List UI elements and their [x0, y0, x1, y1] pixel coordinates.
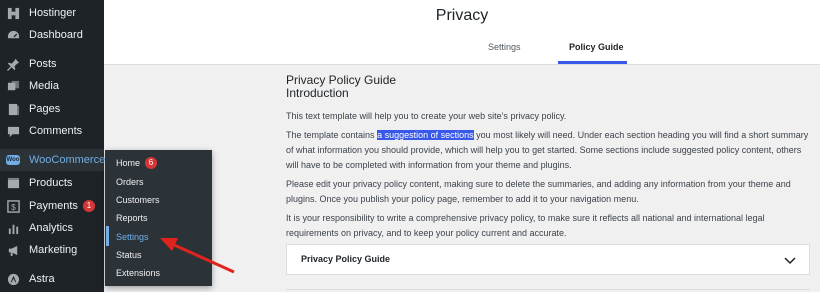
settings-active-marker [106, 226, 109, 246]
sidebar-item-label: Products [29, 177, 73, 189]
woo-icon-text: Woo [6, 157, 20, 163]
dashboard-icon [6, 28, 20, 42]
megaphone-icon [6, 243, 20, 257]
submenu-item-status[interactable]: Status [116, 248, 142, 262]
tab-policy-guide[interactable]: Policy Guide [569, 42, 624, 52]
sidebar-item-label: Analytics [29, 222, 74, 234]
sidebar-item-label: Media [29, 80, 59, 92]
sidebar-item-label: Payments [29, 200, 78, 212]
accordion-label: Privacy Policy Guide [301, 254, 391, 264]
sidebar-item-label: Dashboard [29, 29, 83, 41]
sidebar-item-pages[interactable]: Pages [0, 98, 104, 120]
sidebar-item-payments[interactable]: $ Payments 1 [0, 195, 104, 217]
admin-sidebar: Hostinger Dashboard Posts Media Pages Co… [0, 0, 106, 292]
comment-icon [6, 124, 20, 138]
submenu-item-label: Orders [116, 177, 144, 187]
submenu-item-label: Reports [116, 213, 148, 223]
sidebar-item-woocommerce[interactable]: Woo WooCommerce [0, 149, 106, 171]
sections-text-pre: The template contains [286, 130, 378, 140]
responsibility-paragraph: It is your responsibility to write a com… [286, 213, 765, 238]
dollar-icon: $ [6, 199, 20, 213]
edit-paragraph: Please edit your privacy policy content,… [286, 179, 791, 204]
sidebar-item-dashboard[interactable]: Dashboard [0, 24, 104, 46]
guide-subtitle: Introduction [286, 86, 349, 100]
sidebar-item-comments[interactable]: Comments [0, 120, 104, 142]
sections-paragraph: The template contains a suggestion of se… [286, 128, 810, 173]
sidebar-item-products[interactable]: Products [0, 172, 104, 194]
selected-text-highlight: a suggestion of sections [377, 130, 474, 140]
active-tab-indicator [558, 61, 627, 64]
sidebar-item-marketing[interactable]: Marketing [0, 239, 104, 261]
tab-settings[interactable]: Settings [488, 42, 521, 52]
analytics-icon [6, 221, 20, 235]
policy-guide-content: Privacy Policy Guide Introduction This t… [286, 73, 810, 239]
sidebar-item-label: Marketing [29, 244, 78, 256]
sidebar-item-astra[interactable]: Astra [0, 268, 104, 290]
svg-text:$: $ [11, 201, 16, 211]
privacy-policy-guide-accordion[interactable]: Privacy Policy Guide [286, 244, 810, 275]
media-icon [6, 79, 20, 93]
submenu-item-label: Extensions [116, 268, 161, 278]
submenu-item-label: Home [116, 158, 141, 168]
submenu-item-label: Status [116, 250, 142, 260]
products-icon [6, 176, 20, 190]
woocommerce-submenu: Home 6 Orders Customers Reports Settings… [105, 150, 212, 286]
home-badge: 6 [145, 157, 158, 169]
woo-icon: Woo [6, 153, 20, 167]
submenu-item-settings[interactable]: Settings [116, 230, 149, 244]
divider [286, 289, 810, 290]
pin-icon [6, 57, 20, 71]
sidebar-item-analytics[interactable]: Analytics [0, 217, 104, 239]
sidebar-item-label: Posts [29, 58, 57, 70]
sidebar-item-label: Astra [29, 273, 55, 285]
astra-icon [6, 272, 20, 286]
sidebar-item-label: WooCommerce [29, 154, 106, 166]
submenu-item-customers[interactable]: Customers [116, 193, 160, 207]
submenu-item-home[interactable]: Home 6 [116, 156, 158, 170]
payments-badge: 1 [82, 200, 95, 212]
sidebar-item-posts[interactable]: Posts [0, 53, 104, 75]
intro-paragraph: This text template will help you to crea… [286, 111, 567, 121]
page-header: Privacy Settings Policy Guide [104, 0, 820, 65]
page-icon [6, 102, 20, 116]
page-title: Privacy [435, 7, 489, 24]
submenu-item-label: Customers [116, 195, 160, 205]
guide-title: Privacy Policy Guide [286, 73, 397, 87]
chevron-down-icon[interactable] [783, 253, 797, 267]
sidebar-item-label: Comments [29, 125, 83, 137]
sidebar-item-label: Pages [29, 103, 61, 115]
hostinger-icon [6, 6, 20, 20]
submenu-item-orders[interactable]: Orders [116, 175, 144, 189]
sidebar-item-label: Hostinger [29, 7, 77, 19]
submenu-item-label: Settings [116, 232, 149, 242]
submenu-item-extensions[interactable]: Extensions [116, 266, 160, 280]
sidebar-item-hostinger[interactable]: Hostinger [0, 2, 104, 24]
sidebar-item-media[interactable]: Media [0, 75, 104, 97]
submenu-item-reports[interactable]: Reports [116, 211, 148, 225]
